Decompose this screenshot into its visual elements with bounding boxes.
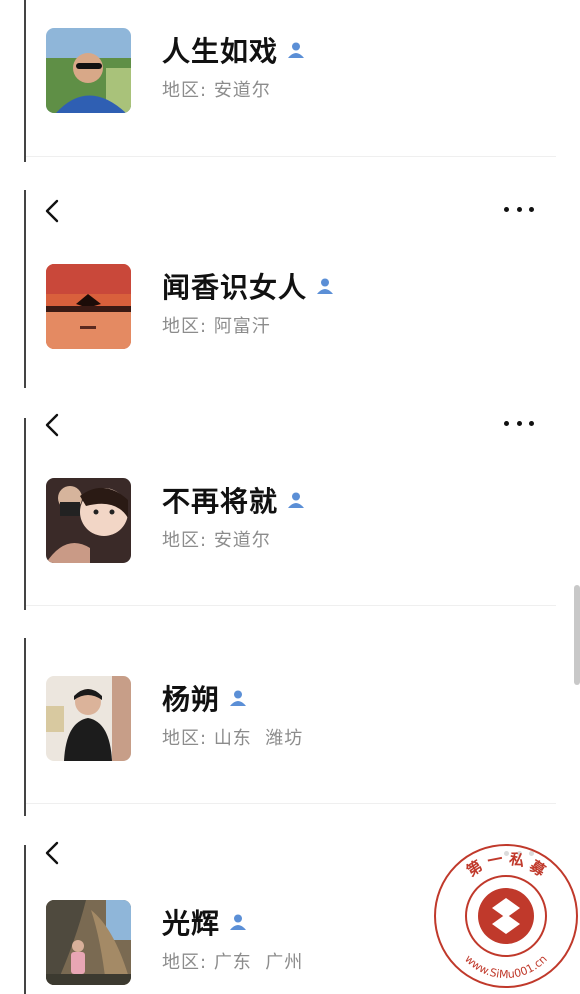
region-label: 地区: — [162, 952, 208, 973]
person-badge-icon — [288, 492, 305, 508]
nav-bar — [0, 192, 580, 232]
contact-region: 地区: 阿富汗 — [162, 312, 271, 338]
left-border-line — [24, 418, 26, 610]
contact-card[interactable]: 不再将就 地区: 安道尔 — [46, 478, 546, 568]
avatar[interactable] — [46, 264, 131, 349]
contact-name: 光辉 — [162, 907, 221, 940]
contact-region: 地区: 广东 广州 — [162, 948, 303, 974]
contact-region: 地区: 安道尔 — [162, 76, 271, 102]
more-options-icon[interactable] — [504, 204, 534, 214]
watermark-seal: 第 一 私 募 www.SiMu001.cn — [432, 842, 580, 990]
person-badge-icon — [230, 914, 247, 930]
more-options-icon[interactable] — [504, 418, 534, 428]
region-value: 安道尔 — [213, 80, 271, 101]
contact-card[interactable]: 人生如戏 地区: 安道尔 — [46, 28, 546, 118]
avatar[interactable] — [46, 676, 131, 761]
region-label: 地区: — [162, 728, 208, 749]
region-label: 地区: — [162, 80, 208, 101]
region-value: 山东 潍坊 — [213, 728, 304, 749]
person-badge-icon — [317, 278, 334, 294]
left-border-line — [24, 638, 26, 816]
region-value: 广东 广州 — [213, 952, 304, 973]
contact-name: 杨朔 — [162, 683, 221, 716]
contact-region: 地区: 山东 潍坊 — [162, 724, 303, 750]
region-label: 地区: — [162, 530, 208, 551]
contact-card[interactable]: 闻香识女人 地区: 阿富汗 — [46, 264, 546, 354]
seal-logo-icon: 第 一 私 募 www.SiMu001.cn — [434, 844, 578, 988]
person-badge-icon — [230, 690, 247, 706]
avatar[interactable] — [46, 28, 131, 113]
left-border-line — [24, 0, 26, 162]
scrollbar[interactable] — [574, 585, 580, 685]
back-arrow-icon[interactable] — [42, 198, 64, 224]
nav-bar — [0, 406, 580, 446]
section-divider — [26, 156, 556, 157]
contact-name: 闻香识女人 — [162, 271, 308, 304]
back-arrow-icon[interactable] — [42, 840, 64, 866]
region-label: 地区: — [162, 316, 208, 337]
avatar[interactable] — [46, 478, 131, 563]
region-value: 安道尔 — [213, 530, 271, 551]
section-divider — [26, 605, 556, 606]
contact-card[interactable]: 杨朔 地区: 山东 潍坊 — [46, 676, 546, 766]
region-value: 阿富汗 — [213, 316, 271, 337]
person-badge-icon — [288, 42, 305, 58]
back-arrow-icon[interactable] — [42, 412, 64, 438]
section-divider — [26, 803, 556, 804]
contact-region: 地区: 安道尔 — [162, 526, 271, 552]
contact-name: 不再将就 — [162, 485, 279, 518]
contact-name: 人生如戏 — [162, 35, 279, 68]
avatar[interactable] — [46, 900, 131, 985]
